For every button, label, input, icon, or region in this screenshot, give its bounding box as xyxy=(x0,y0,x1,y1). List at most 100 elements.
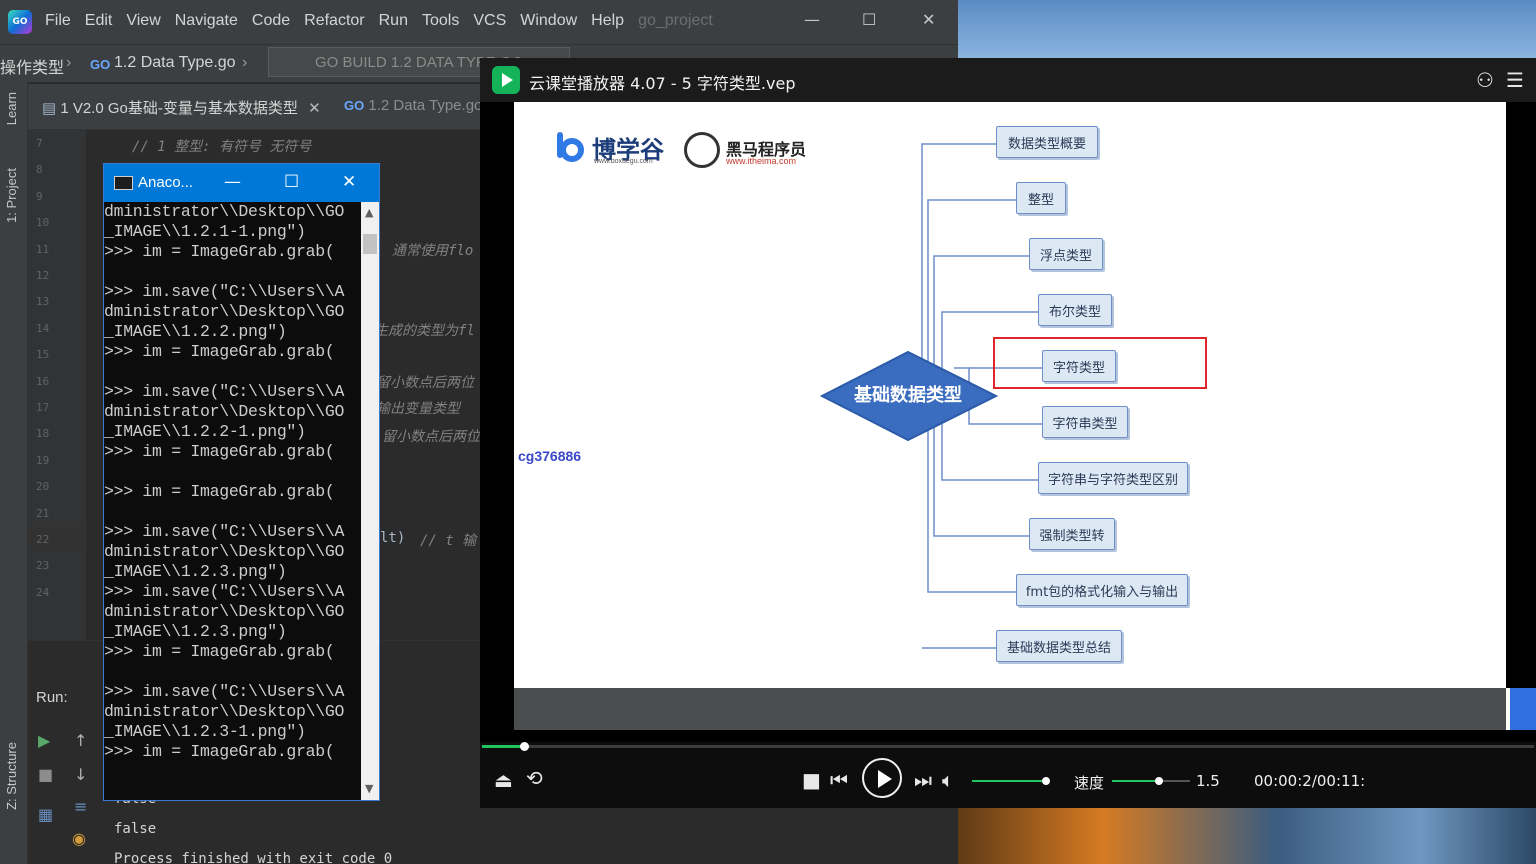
menu-navigate[interactable]: Navigate xyxy=(175,12,238,30)
menu-tools[interactable]: Tools xyxy=(422,12,459,30)
scrollbar-thumb[interactable] xyxy=(363,234,377,254)
code-comment: 输出变量类型 xyxy=(376,401,460,417)
player-title-bar[interactable]: 云课堂播放器 4.07 - 5 字符类型.vep ⚇ ☰ xyxy=(480,58,1536,102)
menu-file[interactable]: File xyxy=(45,12,71,30)
video-player-window: 云课堂播放器 4.07 - 5 字符类型.vep ⚇ ☰ 博学谷 www.box… xyxy=(480,58,1536,808)
line-number: 17 xyxy=(36,401,50,414)
volume-handle[interactable] xyxy=(1042,777,1050,785)
console-line: _IMAGE\\1.2.2-1.png") xyxy=(104,422,306,441)
menu-bar: File Edit View Navigate Code Refactor Ru… xyxy=(45,12,713,30)
player-logo-icon xyxy=(492,66,520,94)
rerun-icon[interactable]: ▶ xyxy=(38,731,50,750)
line-number: 16 xyxy=(36,374,50,388)
console-line: _IMAGE\\1.2.1-1.png") xyxy=(104,222,306,241)
line-number: 23 xyxy=(36,559,50,573)
scroll-down-icon[interactable]: ↓ xyxy=(74,765,87,784)
mindmap-connectors xyxy=(819,143,1042,649)
user-icon[interactable]: ⚇ xyxy=(1476,68,1494,92)
menu-help[interactable]: Help xyxy=(591,12,624,30)
video-area[interactable]: 博学谷 www.boxuegu.com 黑马程序员 www.itheima.co… xyxy=(480,102,1536,742)
console-scrollbar[interactable]: ▲ ▼ xyxy=(361,202,379,800)
terminal-icon xyxy=(114,176,133,190)
console-line: dministrator\\Desktop\\GO xyxy=(104,202,345,221)
minimize-icon[interactable]: — xyxy=(804,10,820,29)
menu-run[interactable]: Run xyxy=(379,12,408,30)
mindmap-node: 布尔类型 xyxy=(1038,294,1112,326)
menu-vcs[interactable]: VCS xyxy=(473,12,506,30)
next-icon[interactable]: ⏭ xyxy=(914,768,932,792)
code-comment: 生成的类型为fl xyxy=(374,323,475,339)
breadcrumb-file[interactable]: 1.2 Data Type.go xyxy=(114,54,236,72)
console-text-area[interactable]: dministrator\\Desktop\\GO _IMAGE\\1.2.1-1… xyxy=(104,202,361,800)
console-line: >>> im.save("C:\\Users\\A xyxy=(104,382,345,401)
stop-icon[interactable]: ■ xyxy=(38,765,53,784)
speed-handle[interactable] xyxy=(1155,777,1163,785)
mindmap-node: fmt包的格式化输入与输出 xyxy=(1016,574,1188,606)
volume-icon[interactable]: 🔈︎ xyxy=(942,768,954,792)
mindmap-node: 基础数据类型总结 xyxy=(996,630,1122,662)
volume-slider[interactable] xyxy=(972,780,1046,782)
scroll-up-arrow-icon[interactable]: ▲ xyxy=(365,206,373,219)
scroll-up-icon[interactable]: ↑ xyxy=(74,731,87,750)
speed-slider[interactable] xyxy=(1112,780,1160,782)
mindmap-node: 浮点类型 xyxy=(1029,238,1103,270)
console-line: >>> im = ImageGrab.grab( xyxy=(104,482,335,501)
code-comment: 留小数点后两位 xyxy=(382,429,480,445)
breadcrumb-folder[interactable]: 操作类型 xyxy=(0,54,64,78)
console-line: dministrator\\Desktop\\GO xyxy=(104,702,345,721)
tab-close-icon[interactable]: ✕ xyxy=(308,100,321,117)
console-line: _IMAGE\\1.2.2.png") xyxy=(104,322,287,341)
line-number: 12 xyxy=(36,269,50,282)
loop-icon[interactable]: ⟲ xyxy=(526,766,543,790)
maximize-icon[interactable]: ☐ xyxy=(284,172,299,192)
seek-bar[interactable] xyxy=(482,745,1534,748)
anaconda-title-bar[interactable]: Anaco... — ☐ ✕ xyxy=(104,164,379,202)
project-tab[interactable]: 1: Project xyxy=(4,168,19,223)
layout-icon[interactable]: ▦ xyxy=(38,805,53,824)
minimize-icon[interactable]: — xyxy=(224,172,241,192)
mindmap-node: 字符串与字符类型区别 xyxy=(1038,462,1188,494)
line-number: 21 xyxy=(36,506,50,520)
print-icon[interactable]: ◉ xyxy=(72,829,86,848)
learn-tab[interactable]: Learn xyxy=(4,92,19,125)
stop-icon[interactable]: ■ xyxy=(802,768,821,792)
menu-code[interactable]: Code xyxy=(252,12,290,30)
menu-refactor[interactable]: Refactor xyxy=(304,12,364,30)
menu-view[interactable]: View xyxy=(126,12,160,30)
menu-window[interactable]: Window xyxy=(520,12,577,30)
code-comment: 通常使用flo xyxy=(392,243,474,259)
code-comment: // t 输 xyxy=(420,533,477,549)
previous-icon[interactable]: ⏮ xyxy=(830,768,848,792)
slide-footer-bar xyxy=(514,688,1506,730)
console-line: dministrator\\Desktop\\GO xyxy=(104,542,345,561)
structure-tab[interactable]: Z: Structure xyxy=(4,742,19,810)
seek-handle[interactable] xyxy=(520,742,529,751)
menu-icon[interactable]: ☰ xyxy=(1506,68,1524,92)
tab-data-type-go[interactable]: GO 1.2 Data Type.go xyxy=(344,97,482,114)
mindmap-node: 数据类型概要 xyxy=(996,126,1098,158)
speed-slider-rest xyxy=(1160,780,1190,782)
mindmap-root: 基础数据类型 xyxy=(854,385,962,406)
tab-label: 1 V2.0 Go基础-变量与基本数据类型 xyxy=(60,100,298,117)
console-line: >>> im = ImageGrab.grab( xyxy=(104,742,335,761)
desktop-wallpaper-bottom xyxy=(958,808,1536,864)
scroll-down-arrow-icon[interactable]: ▼ xyxy=(365,782,373,795)
line-number: 10 xyxy=(36,216,50,230)
tab-markdown-notes[interactable]: ▤ 1 V2.0 Go基础-变量与基本数据类型 ✕ xyxy=(42,97,321,118)
soft-wrap-icon[interactable]: ≡ xyxy=(74,797,87,816)
document-icon: ▤ xyxy=(42,100,57,117)
play-button[interactable] xyxy=(862,758,902,798)
console-line: >>> im = ImageGrab.grab( xyxy=(104,342,335,361)
close-icon[interactable]: ✕ xyxy=(342,172,356,192)
close-icon[interactable]: ✕ xyxy=(922,10,935,29)
player-title: 云课堂播放器 4.07 - 5 字符类型.vep xyxy=(529,74,796,93)
console-line: dministrator\\Desktop\\GO xyxy=(104,402,345,421)
maximize-icon[interactable]: ☐ xyxy=(862,10,876,29)
console-line: _IMAGE\\1.2.3-1.png") xyxy=(104,722,306,741)
breadcrumb-separator-icon: › xyxy=(242,54,248,71)
goland-logo-icon: GO xyxy=(8,10,32,34)
menu-edit[interactable]: Edit xyxy=(85,12,113,30)
line-number: 8 xyxy=(36,163,43,177)
eject-icon[interactable]: ⏏ xyxy=(494,768,513,792)
